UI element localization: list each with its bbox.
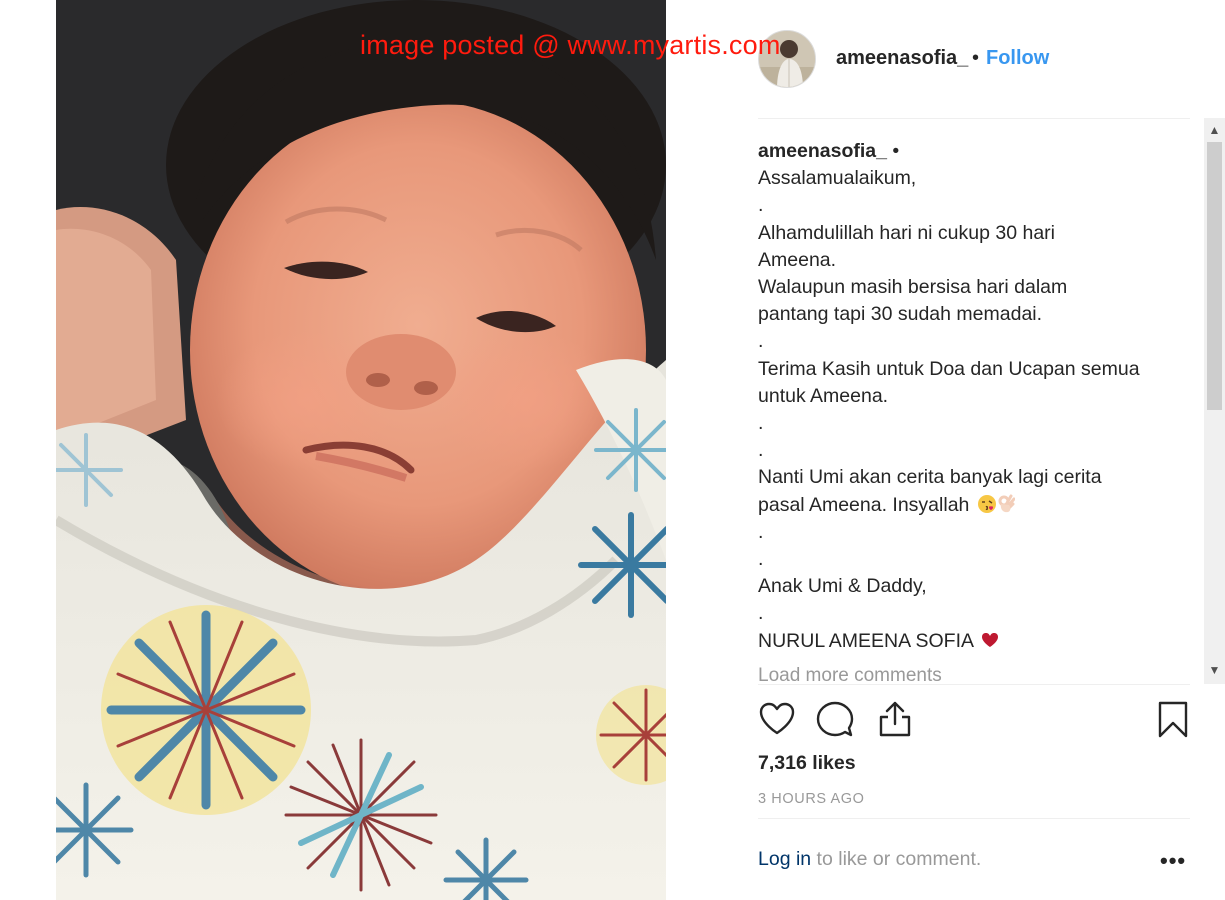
caption-line-with-emoji: pasal Ameena. Insyallah <box>758 492 1190 519</box>
caption-line: . <box>758 548 764 571</box>
comments-scrollbar[interactable]: ▲ ▼ <box>1204 118 1225 684</box>
caption-line: Assalamualaikum, <box>758 167 917 190</box>
caption-line: Terima Kasih untuk Doa dan Ucapan semua <box>758 357 1140 380</box>
scroll-up-arrow-icon[interactable]: ▲ <box>1204 120 1225 140</box>
more-options-icon[interactable]: ••• <box>1160 848 1186 874</box>
caption-line: Walaupun masih bersisa hari dalam <box>758 276 1068 299</box>
follow-button[interactable]: Follow <box>986 47 1049 70</box>
post-actions-bar <box>758 700 1190 742</box>
caption-line: . <box>758 330 764 353</box>
caption-comment-area: ameenasofia_ • Assalamualaikum, . Alhamd… <box>758 138 1190 680</box>
post-timestamp[interactable]: 3 HOURS AGO <box>758 791 865 807</box>
header-username[interactable]: ameenasofia_ <box>836 47 968 70</box>
caption-line: pantang tapi 30 sudah memadai. <box>758 303 1043 326</box>
caption-line: Alhamdulillah hari ni cukup 30 hari <box>758 221 1056 244</box>
red-heart-emoji-icon <box>982 632 999 647</box>
caption-line-text: NURUL AMEENA SOFIA <box>758 629 973 652</box>
caption-line: . <box>758 412 764 435</box>
login-divider <box>758 818 1190 819</box>
caption-line: Ameena. <box>758 248 837 271</box>
caption-line: . <box>758 602 764 625</box>
login-link[interactable]: Log in <box>758 848 811 870</box>
caption-line-with-emoji: NURUL AMEENA SOFIA <box>758 628 1190 655</box>
heart-icon[interactable] <box>758 700 796 738</box>
load-more-comments-button[interactable]: Load more comments <box>758 665 942 681</box>
scroll-thumb[interactable] <box>1207 142 1222 410</box>
caption-username[interactable]: ameenasofia_ <box>758 140 887 162</box>
likes-count[interactable]: 7,316 likes <box>758 752 856 775</box>
header-divider <box>758 118 1190 119</box>
login-prompt: Log in to like or comment. <box>758 848 981 871</box>
actions-divider <box>758 684 1190 685</box>
post-photo[interactable] <box>56 0 666 900</box>
kissing-face-emoji-icon <box>977 494 996 513</box>
share-icon[interactable] <box>876 700 914 738</box>
caption-user-dot: • <box>892 140 900 162</box>
ok-hand-emoji-icon <box>998 494 1015 512</box>
caption-line: . <box>758 194 764 217</box>
caption-line: . <box>758 439 764 462</box>
scroll-down-arrow-icon[interactable]: ▼ <box>1204 660 1225 680</box>
watermark-text: image posted @ www.myartis.com <box>360 30 781 60</box>
bookmark-icon[interactable] <box>1154 700 1192 738</box>
caption-line: . <box>758 520 764 543</box>
caption-line: untuk Ameena. <box>758 384 889 407</box>
post-side-panel: ameenasofia_ • Follow ameenasofia_ • Ass… <box>666 0 1225 900</box>
header-separator-dot: • <box>972 47 980 69</box>
comment-icon[interactable] <box>816 700 854 738</box>
baby-photo-image <box>56 0 666 900</box>
caption-author-line: ameenasofia_ • <box>758 138 1190 165</box>
login-prompt-text: to like or comment. <box>811 848 982 870</box>
caption-line: Anak Umi & Daddy, <box>758 575 927 598</box>
caption-line: Nanti Umi akan cerita banyak lagi cerita <box>758 466 1102 489</box>
caption-line-text: pasal Ameena. Insyallah <box>758 493 970 516</box>
page-margin <box>0 0 56 900</box>
